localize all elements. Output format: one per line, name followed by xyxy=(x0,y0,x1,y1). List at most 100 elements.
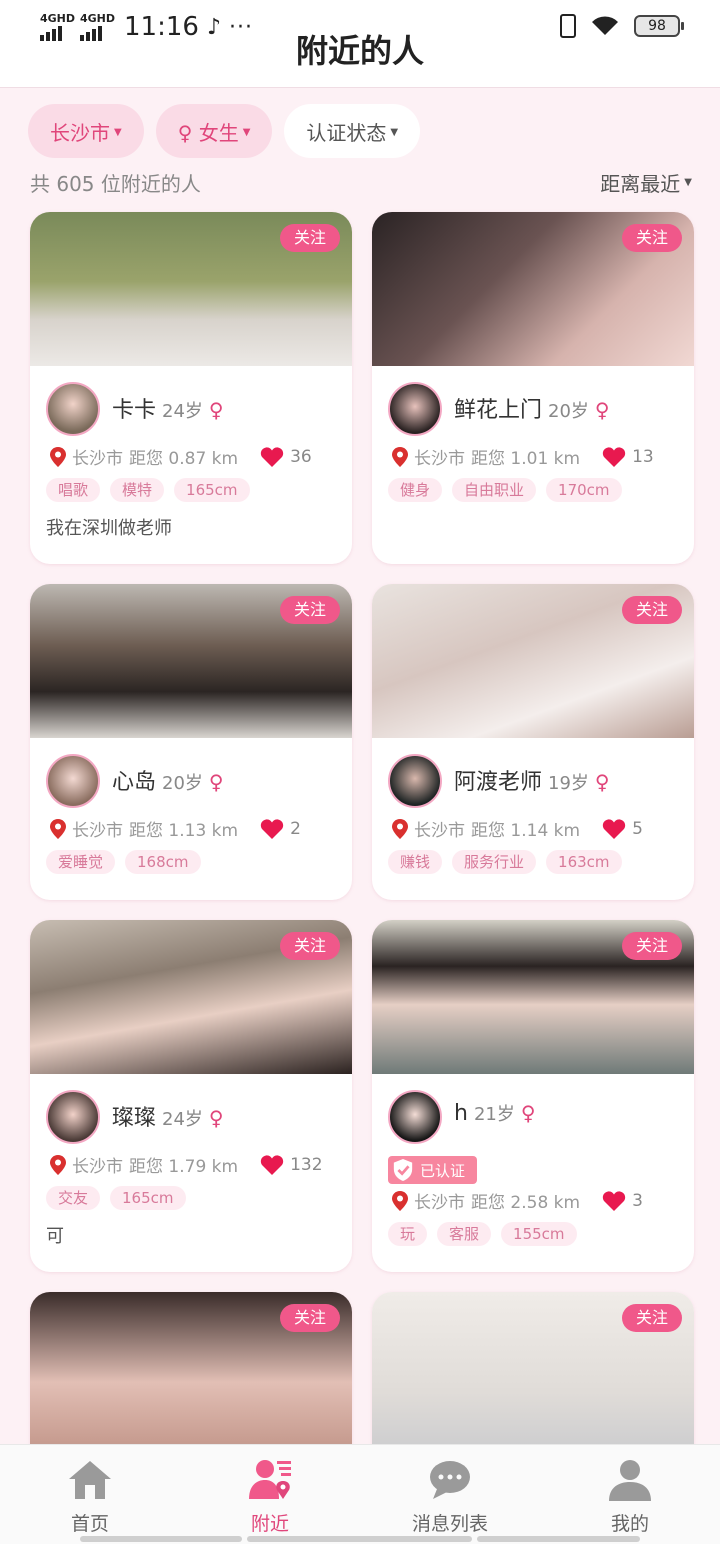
user-card[interactable]: 关注 阿渡老师 19岁 ♀ 长沙市 距您 1.14 km 5 赚钱 服务行业 163cm xyxy=(372,584,694,900)
user-city: 长沙市 xyxy=(414,1193,465,1213)
female-icon: ♀ xyxy=(594,398,610,422)
caret-down-icon: ▼ xyxy=(684,177,692,188)
like-count: 132 xyxy=(290,1154,323,1175)
city-filter[interactable]: 长沙市 ▼ xyxy=(28,104,144,158)
user-card[interactable]: 关注 鲜花上门 20岁 ♀ 长沙市 距您 1.01 km 13 健身 自由职业 170cm xyxy=(372,212,694,564)
user-distance: 距您 1.79 km xyxy=(129,1157,239,1177)
heart-icon[interactable] xyxy=(260,446,284,468)
tag: 168cm xyxy=(125,850,201,874)
user-card[interactable]: 关注 璨璨 24岁 ♀ 长沙市 距您 1.79 km 132 交友 165cm 可 xyxy=(30,920,352,1272)
network-type-label: 4GHD xyxy=(40,12,76,25)
tag-list: 唱歌 模特 165cm xyxy=(46,478,250,502)
user-name: 心岛 xyxy=(112,770,157,795)
user-bio: 可 xyxy=(46,1226,64,1247)
user-card[interactable]: 关注 h 21岁 ♀ 已认证长沙市 距您 2.58 km 3 玩客服 155cm xyxy=(372,920,694,1272)
gesture-bar-segment xyxy=(80,1536,242,1542)
user-distance: 距您 1.14 km xyxy=(471,821,581,841)
heart-icon[interactable] xyxy=(260,818,284,840)
tag: 唱歌 xyxy=(46,478,101,502)
tab-home[interactable]: 首页 xyxy=(0,1445,180,1544)
tag-list: 赚钱 服务行业 163cm xyxy=(388,850,622,874)
name-row: h 21岁 ♀ xyxy=(454,1100,536,1126)
heart-icon[interactable] xyxy=(602,446,626,468)
heart-icon[interactable] xyxy=(260,1154,284,1176)
like-count: 2 xyxy=(290,818,301,839)
tag: 客服 xyxy=(437,1222,492,1246)
follow-button[interactable]: 关注 xyxy=(279,224,340,252)
gender-filter[interactable]: ♀ 女生 ▼ xyxy=(155,104,273,158)
tab-nearby[interactable]: 附近 xyxy=(180,1445,360,1544)
avatar[interactable] xyxy=(388,754,442,808)
avatar[interactable] xyxy=(46,754,100,808)
verify-filter-label: 认证状态 xyxy=(306,120,387,145)
tab-profile[interactable]: 我的 xyxy=(540,1445,720,1544)
avatar[interactable] xyxy=(46,382,100,436)
bottom-tab-bar: 首页 附近 消息列表 我的 xyxy=(0,1444,720,1544)
caret-down-icon: ▼ xyxy=(114,126,122,138)
tag: 自由职业 xyxy=(452,478,537,502)
header-bar: 4GHD 4GHD 11:16 ♪ ··· 98 附近的人 xyxy=(0,0,720,88)
tag: 165cm xyxy=(110,1186,186,1210)
filter-bar: 长沙市 ▼ ♀ 女生 ▼ 认证状态 ▼ xyxy=(28,104,421,158)
user-card[interactable]: 关注 心岛 20岁 ♀ 长沙市 距您 1.13 km 2 爱睡觉 168cm xyxy=(30,584,352,900)
tab-messages[interactable]: 消息列表 xyxy=(360,1445,540,1544)
tag: 165cm xyxy=(174,478,250,502)
follow-button[interactable]: 关注 xyxy=(279,932,340,960)
name-row: 卡卡 24岁 ♀ xyxy=(112,392,224,424)
like-count: 3 xyxy=(632,1190,643,1211)
user-distance: 距您 1.13 km xyxy=(129,821,239,841)
user-name: 卡卡 xyxy=(112,398,157,423)
tag: 健身 xyxy=(388,478,443,502)
location-row: 长沙市 距您 2.58 km 3 xyxy=(392,1188,643,1213)
gesture-bar-segment xyxy=(247,1536,472,1542)
caret-down-icon: ▼ xyxy=(390,126,399,138)
heart-icon[interactable] xyxy=(602,1190,626,1212)
user-age: 24岁 xyxy=(162,1109,203,1130)
user-age: 20岁 xyxy=(548,401,589,422)
female-icon: ♀ xyxy=(208,398,224,422)
tab-home-label: 首页 xyxy=(70,1513,109,1535)
avatar[interactable] xyxy=(388,1090,442,1144)
page-title: 附近的人 xyxy=(295,32,424,70)
user-bio: 我在深圳做老师 xyxy=(46,518,172,539)
likes: 36 xyxy=(260,446,312,468)
user-city: 长沙市 xyxy=(414,821,465,841)
follow-button[interactable]: 关注 xyxy=(621,596,682,624)
name-row: 心岛 20岁 ♀ xyxy=(112,764,224,796)
tag: 服务行业 xyxy=(452,850,537,874)
user-name: 阿渡老师 xyxy=(454,770,543,795)
heart-icon[interactable] xyxy=(602,818,626,840)
tag: 155cm xyxy=(501,1222,577,1246)
tag: 玩 xyxy=(388,1222,428,1246)
likes: 2 xyxy=(260,818,301,840)
verified-badge: 已认证 xyxy=(388,1156,478,1184)
location-row: 长沙市 距您 1.14 km 5 xyxy=(392,816,643,841)
like-count: 13 xyxy=(632,446,654,467)
avatar[interactable] xyxy=(388,382,442,436)
user-name: 璨璨 xyxy=(112,1106,157,1131)
name-row: 鲜花上门 20岁 ♀ xyxy=(454,392,610,424)
avatar[interactable] xyxy=(46,1090,100,1144)
tag: 赚钱 xyxy=(388,850,443,874)
follow-button[interactable]: 关注 xyxy=(279,1304,340,1332)
user-card[interactable]: 关注 卡卡 24岁 ♀ 长沙市 距您 0.87 km 36 唱歌 模特 165cm 我在深圳做老师 xyxy=(30,212,352,564)
follow-button[interactable]: 关注 xyxy=(279,596,340,624)
user-age: 24岁 xyxy=(162,401,203,422)
tab-profile-label: 我的 xyxy=(610,1513,649,1535)
likes: 13 xyxy=(602,446,654,468)
follow-button[interactable]: 关注 xyxy=(621,932,682,960)
female-icon: ♀ xyxy=(520,1101,536,1125)
user-distance: 距您 2.58 km xyxy=(471,1193,581,1213)
sort-dropdown[interactable]: 距离最近 ▼ xyxy=(600,168,692,197)
follow-button[interactable]: 关注 xyxy=(621,224,682,252)
message-icon xyxy=(430,1461,470,1499)
tab-messages-label: 消息列表 xyxy=(411,1513,488,1535)
female-icon: ♀ xyxy=(208,1106,224,1130)
location-pin-icon xyxy=(392,1190,408,1211)
location-row: 长沙市 距您 1.01 km 13 xyxy=(392,444,654,469)
tab-nearby-label: 附近 xyxy=(250,1513,289,1535)
verify-filter[interactable]: 认证状态 ▼ xyxy=(284,104,421,158)
follow-button[interactable]: 关注 xyxy=(621,1304,682,1332)
user-distance: 距您 1.01 km xyxy=(471,449,581,469)
user-city: 长沙市 xyxy=(414,449,465,469)
